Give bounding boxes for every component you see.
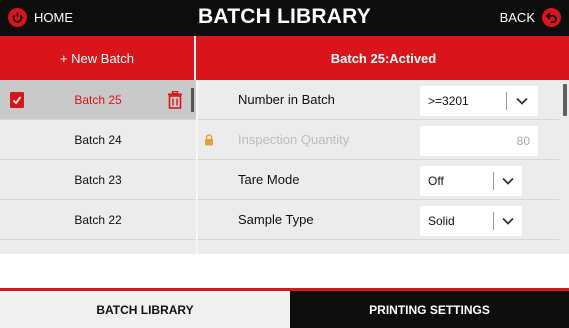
batch-list-item[interactable]: Batch 22 bbox=[0, 200, 196, 240]
settings-scrollbar[interactable] bbox=[563, 84, 567, 116]
chevron-down-icon bbox=[502, 217, 514, 225]
setting-row-sample-type: Sample Type Solid bbox=[198, 200, 559, 240]
action-bar: + New Batch Batch 25:Actived bbox=[0, 36, 569, 80]
bottom-tab-bar: BATCH LIBRARY PRINTING SETTINGS bbox=[0, 288, 569, 328]
batch-label: Batch 24 bbox=[74, 132, 122, 147]
new-batch-button[interactable]: + New Batch bbox=[0, 36, 196, 80]
top-bar: HOME BATCH LIBRARY BACK bbox=[0, 0, 569, 36]
dropdown-value: Solid bbox=[428, 214, 455, 228]
setting-label: Number in Batch bbox=[238, 92, 335, 107]
batch-label: Batch 25 bbox=[74, 92, 122, 107]
setting-row-tare-mode: Tare Mode Off bbox=[198, 160, 559, 200]
selection-indicator bbox=[191, 88, 194, 112]
inspection-quantity-field: 80 bbox=[420, 126, 538, 156]
field-value: 80 bbox=[516, 134, 530, 148]
dropdown-separator bbox=[493, 212, 494, 230]
trash-icon[interactable] bbox=[167, 91, 183, 109]
tab-batch-library[interactable]: BATCH LIBRARY bbox=[0, 291, 290, 328]
dropdown-separator bbox=[506, 92, 507, 110]
document-icon bbox=[10, 92, 24, 108]
dropdown-separator bbox=[493, 172, 494, 190]
batch-settings-panel: Number in Batch >=3201 Inspection Quanti… bbox=[198, 80, 569, 254]
back-arrow-icon bbox=[542, 8, 561, 27]
setting-label: Sample Type bbox=[238, 212, 314, 227]
batch-status-label: Batch 25:Actived bbox=[330, 50, 437, 66]
batch-list-item[interactable]: Batch 24 bbox=[0, 120, 196, 160]
chevron-down-icon bbox=[516, 97, 528, 105]
page-title: BATCH LIBRARY bbox=[198, 5, 371, 28]
dropdown-value: Off bbox=[428, 174, 444, 188]
batch-list: Batch 25 Batch 24 Batch 23 Batch 22 bbox=[0, 80, 196, 254]
batch-label: Batch 23 bbox=[74, 172, 122, 187]
setting-row-number-in-batch: Number in Batch >=3201 bbox=[198, 80, 559, 120]
chevron-down-icon bbox=[502, 177, 514, 185]
back-button[interactable]: BACK bbox=[500, 8, 561, 27]
dropdown-value: >=3201 bbox=[428, 94, 469, 108]
setting-row-inspection-quantity: Inspection Quantity 80 bbox=[198, 120, 559, 160]
batch-list-item[interactable]: Batch 25 bbox=[0, 80, 196, 120]
tab-printing-settings[interactable]: PRINTING SETTINGS bbox=[290, 291, 569, 328]
batch-list-item[interactable]: Batch 23 bbox=[0, 160, 196, 200]
sample-type-dropdown[interactable]: Solid bbox=[420, 206, 522, 236]
tare-mode-dropdown[interactable]: Off bbox=[420, 166, 522, 196]
batch-label: Batch 22 bbox=[74, 212, 122, 227]
setting-label: Tare Mode bbox=[238, 172, 300, 187]
number-in-batch-dropdown[interactable]: >=3201 bbox=[420, 86, 538, 116]
empty-area bbox=[0, 254, 569, 288]
lock-icon bbox=[205, 134, 213, 146]
setting-label: Inspection Quantity bbox=[238, 132, 350, 147]
back-label: BACK bbox=[499, 10, 535, 25]
